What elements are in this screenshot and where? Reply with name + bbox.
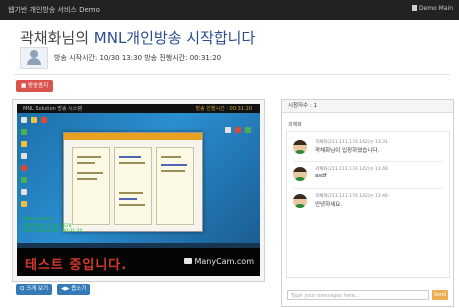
message-meta: 곽채화(211.111.174.142)◷ 13:46 xyxy=(315,194,388,199)
title-highlight: MNL개인방송 시작합니다 xyxy=(93,29,256,47)
stream-ticker: 테스트 중입니다. ManyCam.com xyxy=(17,248,260,276)
message-meta: 곽채화(211.111.174.142)◷ 13:31 xyxy=(315,140,388,145)
send-button[interactable]: Send xyxy=(432,290,448,300)
user-avatar xyxy=(293,194,307,208)
desktop-icon xyxy=(225,127,231,133)
divider xyxy=(14,74,450,75)
ticker-text: 테스트 중입니다. xyxy=(25,258,128,273)
message-text: 안녕하세요. xyxy=(315,202,343,208)
desktop-icon xyxy=(21,177,27,183)
user-menu[interactable]: Demo Main xyxy=(411,5,453,12)
user-name: Demo Main xyxy=(418,5,453,12)
viewer-count: 시청자수 : 1 xyxy=(282,100,453,113)
desktop-icon xyxy=(21,117,27,123)
hide-button[interactable]: ◀▶ 좁소기 xyxy=(57,284,91,295)
message-text: asdf xyxy=(315,173,327,179)
top-navbar: 웹기반 개인방송 서비스 Demo Demo Main xyxy=(0,0,459,20)
camera-icon xyxy=(184,258,193,264)
desktop-app-window xyxy=(63,132,203,232)
user-icon xyxy=(411,5,417,11)
manycam-watermark: ManyCam.com xyxy=(184,257,254,266)
zoom-button[interactable]: Q 크게 보기 xyxy=(16,284,53,295)
desktop-icon xyxy=(235,127,241,133)
desktop-icon xyxy=(41,117,47,123)
user-avatar xyxy=(293,140,307,154)
broadcaster-avatar xyxy=(20,47,48,69)
desktop-icon xyxy=(21,129,27,135)
page-title: 곽채화님의 MNL개인방송 시작합니다 xyxy=(20,27,255,48)
stream-window-title: MNL Solution 방송 시스템 xyxy=(23,106,82,112)
video-panel: MNL Solution 방송 시스템 방송 진행시간 : 00:31:20 M… xyxy=(12,99,265,282)
brand-title[interactable]: 웹기반 개인방송 서비스 Demo xyxy=(8,5,100,15)
stream-window-titlebar: MNL Solution 방송 시스템 방송 진행시간 : 00:31:20 xyxy=(17,104,260,113)
desktop-icon xyxy=(21,165,27,171)
user-avatar xyxy=(293,167,307,181)
shared-desktop: MNL Solution 곽채화 010-1234-5678 010-1234-… xyxy=(17,113,260,243)
broadcast-time-info: 방송 시작시간: 10/30 13:30 방송 진행시간: 00:31:20 xyxy=(54,54,222,62)
chat-message-list[interactable]: 곽채화(211.111.174.142)◷ 13:31 곽채화님이 입장하였습니… xyxy=(286,131,450,278)
desktop-icon xyxy=(31,117,37,123)
stream-status-line: 010-1234-5678 / 00:31:20 xyxy=(23,229,83,234)
chat-message: 곽채화(211.111.174.142)◷ 13:46 안녕하세요. xyxy=(293,192,443,212)
stop-broadcast-button[interactable]: ■ 방송종지 xyxy=(16,80,54,92)
video-stream[interactable]: MNL Solution 방송 시스템 방송 진행시간 : 00:31:20 M… xyxy=(17,104,260,276)
chat-panel: 시청자수 : 1 곽채화 곽채화(211.111.174.142)◷ 13:31… xyxy=(281,99,454,307)
message-meta: 곽채화(211.111.174.142)◷ 13:46 xyxy=(315,167,388,172)
chat-message: 곽채화(211.111.174.142)◷ 13:46 asdf xyxy=(293,165,443,185)
stream-status-line: MNL Solution xyxy=(23,217,53,222)
chat-user-label: 곽채화 xyxy=(288,122,302,128)
chat-message-input[interactable]: Type your messages here... xyxy=(287,290,429,300)
chat-message: 곽채화(211.111.174.142)◷ 13:31 곽채화님이 입장하였습니… xyxy=(293,138,443,158)
message-text: 곽채화님이 입장하였습니다. xyxy=(315,148,380,154)
desktop-icon xyxy=(21,189,27,195)
desktop-icon xyxy=(21,141,27,147)
desktop-icon xyxy=(245,127,251,133)
title-prefix: 곽채화님의 xyxy=(20,29,94,47)
stream-window-time: 방송 진행시간 : 00:31:20 xyxy=(195,106,252,112)
desktop-icon xyxy=(21,153,27,159)
desktop-icon xyxy=(21,201,27,207)
